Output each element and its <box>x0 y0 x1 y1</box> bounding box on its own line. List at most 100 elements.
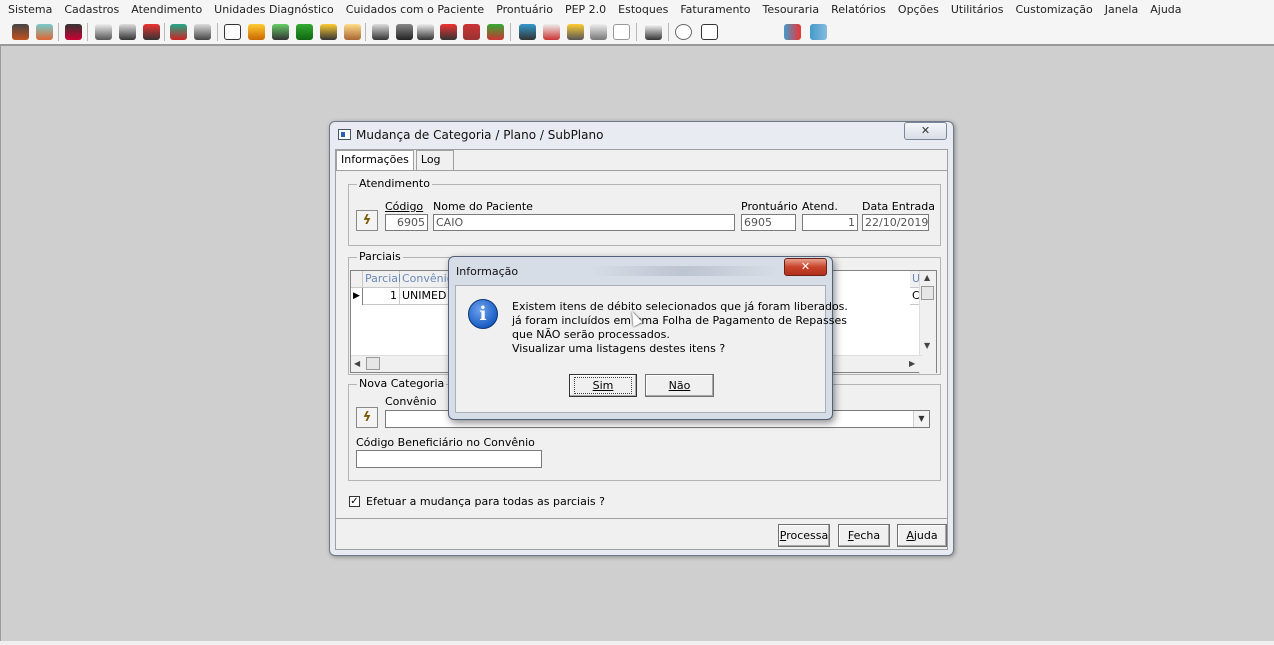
beneficiario-field[interactable] <box>356 450 542 468</box>
toolbar-icon-4[interactable] <box>95 24 112 40</box>
toolbar-icon-exit-red[interactable] <box>784 24 801 40</box>
menu-prontuario[interactable]: Prontuário <box>490 3 559 16</box>
grid-header-indicator <box>351 271 363 288</box>
no-button-label: Não <box>668 379 691 392</box>
codigo-field[interactable]: 6905 <box>385 214 428 231</box>
toolbar-icon-15[interactable] <box>372 24 389 40</box>
toolbar-icon-10[interactable] <box>248 24 265 40</box>
message-line-3: que NÃO serão processados. <box>512 328 670 341</box>
toolbar-icon-5[interactable] <box>119 24 136 40</box>
scroll-up-icon[interactable]: ▲ <box>924 273 930 282</box>
menu-unidades-diagnostico[interactable]: Unidades Diagnóstico <box>208 3 340 16</box>
menu-tesouraria[interactable]: Tesouraria <box>756 3 825 16</box>
prontuario-field[interactable]: 6905 <box>741 214 796 231</box>
apply-all-label: Efetuar a mudança para todas as parciais… <box>366 495 605 508</box>
tab-log[interactable]: Log <box>415 150 454 170</box>
scroll-left-icon[interactable]: ◀ <box>354 359 360 368</box>
title-glass-highlight <box>589 266 779 276</box>
lookup-atendimento-button[interactable]: ϟ <box>356 210 378 231</box>
tab-informacoes[interactable]: Informações <box>336 150 414 170</box>
table-row-parcial[interactable]: 1 <box>363 288 400 305</box>
prontuario-label: Prontuário <box>741 200 798 213</box>
toolbar-icon-exit-blue[interactable] <box>810 24 827 40</box>
lookup-convenio-button[interactable]: ϟ <box>356 407 378 428</box>
apply-all-checkbox[interactable]: ✓ <box>349 496 360 507</box>
toolbar-icon-11[interactable] <box>272 24 289 40</box>
toolbar-icon-1[interactable] <box>12 24 29 40</box>
data-entrada-label: Data Entrada <box>862 200 935 213</box>
convenio-label: Convênio <box>385 395 437 408</box>
nome-paciente-label: Nome do Paciente <box>433 200 533 213</box>
toolbar-icon-28[interactable] <box>701 24 718 40</box>
menu-sistema[interactable]: Sistema <box>2 3 58 16</box>
toolbar-separator <box>58 23 59 41</box>
ajuda-button[interactable]: Ajuda <box>897 524 947 547</box>
info-message-box: Informação ✕ i Existem itens de débito s… <box>448 256 848 420</box>
row-indicator-icon: ▶ <box>351 288 363 305</box>
window-icon <box>338 129 351 140</box>
toolbar-icon-14[interactable] <box>344 24 361 40</box>
toolbar-icon-26[interactable] <box>645 24 662 40</box>
atend-label: Atend. <box>802 200 838 213</box>
toolbar-separator <box>164 23 165 41</box>
message-box-close-button[interactable]: ✕ <box>784 258 827 276</box>
menu-estoques[interactable]: Estoques <box>612 3 674 16</box>
status-bar <box>0 641 1274 645</box>
toolbar-icon-17[interactable] <box>417 24 434 40</box>
scroll-thumb[interactable] <box>921 286 934 300</box>
atend-field[interactable]: 1 <box>802 214 858 231</box>
fecha-button[interactable]: Fecha <box>838 524 890 547</box>
toolbar-icon-3[interactable] <box>65 24 82 40</box>
toolbar-icon-24[interactable] <box>590 24 607 40</box>
toolbar-icon-25[interactable] <box>613 24 630 40</box>
processa-button[interactable]: Processa <box>778 524 830 547</box>
toolbar-icon-9[interactable] <box>224 24 241 40</box>
toolbar-icon-13[interactable] <box>320 24 337 40</box>
toolbar-icon-19[interactable] <box>463 24 480 40</box>
menu-utilitarios[interactable]: Utilitários <box>945 3 1010 16</box>
menu-opcoes[interactable]: Opções <box>892 3 945 16</box>
menu-ajuda[interactable]: Ajuda <box>1144 3 1187 16</box>
toolbar-icon-7[interactable] <box>170 24 187 40</box>
menu-cuidados-paciente[interactable]: Cuidados com o Paciente <box>340 3 490 16</box>
toolbar-icon-2[interactable] <box>36 24 53 40</box>
toolbar-separator <box>636 23 637 41</box>
message-box-client: i Existem itens de débito selecionados q… <box>455 285 848 413</box>
atendimento-group: Atendimento ϟ Código 6905 Nome do Pacien… <box>348 177 941 246</box>
menu-pep[interactable]: PEP 2.0 <box>559 3 612 16</box>
toolbar-icon-16[interactable] <box>396 24 413 40</box>
menu-customizacao[interactable]: Customização <box>1009 3 1098 16</box>
toolbar-separator <box>668 23 669 41</box>
menu-faturamento[interactable]: Faturamento <box>674 3 756 16</box>
menu-cadastros[interactable]: Cadastros <box>58 3 125 16</box>
toolbar-icon-22[interactable] <box>543 24 560 40</box>
scroll-right-icon[interactable]: ▶ <box>909 359 915 368</box>
toolbar-icon-6[interactable] <box>143 24 160 40</box>
toolbar-icon-12[interactable] <box>296 24 313 40</box>
scroll-thumb[interactable] <box>366 357 380 370</box>
toolbar-icon-20[interactable] <box>487 24 504 40</box>
chevron-down-icon[interactable]: ▼ <box>913 411 929 427</box>
toolbar-icon-21[interactable] <box>519 24 536 40</box>
menu-bar: Sistema Cadastros Atendimento Unidades D… <box>0 0 1274 19</box>
scroll-down-icon[interactable]: ▼ <box>924 341 930 350</box>
grid-header-parcial[interactable]: Parcial <box>363 271 401 288</box>
toolbar-separator <box>217 23 218 41</box>
toolbar-icon-27[interactable] <box>675 24 692 40</box>
message-line-4: Visualizar uma listagens destes itens ? <box>512 342 726 355</box>
toolbar-icon-18[interactable] <box>440 24 457 40</box>
parciais-legend: Parciais <box>357 250 403 263</box>
message-box-title: Informação <box>456 265 519 278</box>
toolbar-icon-23[interactable] <box>567 24 584 40</box>
menu-janela[interactable]: Janela <box>1099 3 1145 16</box>
window-close-button[interactable]: ✕ <box>904 122 947 140</box>
toolbar-icon-8[interactable] <box>194 24 211 40</box>
yes-button[interactable]: Sim <box>569 374 637 397</box>
toolbar-separator <box>87 23 88 41</box>
menu-relatorios[interactable]: Relatórios <box>825 3 892 16</box>
nome-paciente-field[interactable]: CAIO <box>433 214 735 231</box>
message-text: Existem itens de débito selecionados que… <box>512 300 848 356</box>
data-entrada-field[interactable]: 22/10/2019 <box>862 214 929 231</box>
no-button[interactable]: Não <box>645 374 714 397</box>
menu-atendimento[interactable]: Atendimento <box>125 3 208 16</box>
